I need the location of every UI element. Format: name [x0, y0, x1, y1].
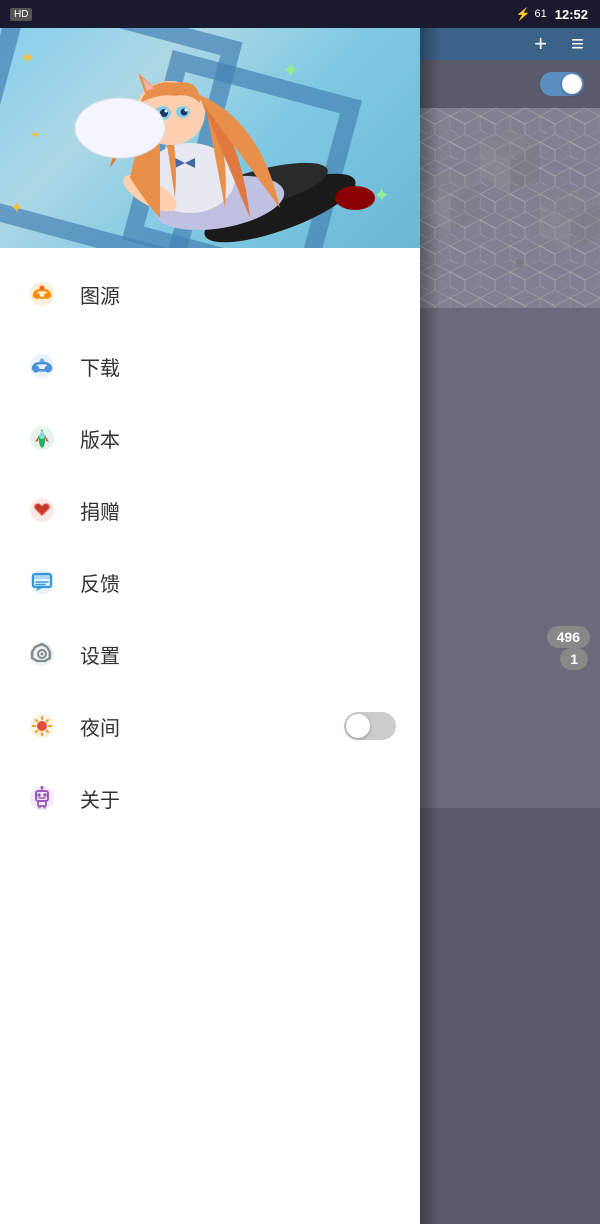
juanzeng-label: 捐赠 — [80, 496, 396, 525]
time-display: 12:52 — [555, 7, 588, 22]
tuyuan-label: 图源 — [80, 280, 396, 309]
geo-pattern-area — [420, 108, 600, 308]
yejian-label: 夜间 — [80, 712, 344, 741]
status-bar: HD ⚡ 61 12:52 — [0, 0, 600, 28]
tuyuan-icon — [24, 276, 60, 312]
right-content-area: 1 496 — [420, 308, 600, 808]
yejian-toggle[interactable] — [344, 712, 396, 740]
banben-label: 版本 — [80, 424, 396, 453]
guanyu-label: 关于 — [80, 784, 396, 813]
banben-icon — [24, 420, 60, 456]
right-toggle-area — [420, 60, 600, 108]
fankui-label: 反馈 — [80, 568, 396, 597]
shezhi-icon — [24, 636, 60, 672]
yejian-icon — [24, 708, 60, 744]
xiazai-label: 下载 — [80, 352, 396, 381]
menu-item-banben[interactable]: 版本 — [0, 402, 420, 474]
menu-item-xiazai[interactable]: 下载 — [0, 330, 420, 402]
status-bar-left: HD — [10, 8, 32, 20]
add-button[interactable]: + — [534, 31, 547, 57]
xiazai-icon — [24, 348, 60, 384]
juanzeng-icon — [24, 492, 60, 528]
menu-item-fankui[interactable]: 反馈 — [0, 546, 420, 618]
drawer-panel: ✦ ✦ ✦ ✦ ✦ — [0, 0, 420, 1224]
fankui-icon — [24, 564, 60, 600]
badge-count-2: 496 — [547, 626, 590, 648]
menu-item-guanyu[interactable]: 关于 — [0, 762, 420, 834]
battery-level: 61 — [535, 8, 547, 20]
menu-item-tuyuan[interactable]: 图源 — [0, 258, 420, 330]
menu-item-yejian[interactable]: 夜间 — [0, 690, 420, 762]
right-panel: + ≡ — [420, 0, 600, 1224]
menu-list: 图源 下载 — [0, 248, 420, 844]
hero-image: ✦ ✦ ✦ ✦ ✦ — [0, 28, 420, 248]
status-icons: ⚡ 61 12:52 — [516, 7, 588, 22]
menu-item-juanzeng[interactable]: 捐赠 — [0, 474, 420, 546]
menu-button[interactable]: ≡ — [571, 31, 584, 57]
hd-badge-label: HD — [10, 8, 32, 21]
menu-item-shezhi[interactable]: 设置 — [0, 618, 420, 690]
badge-count-1: 1 — [560, 648, 588, 670]
right-toggle[interactable] — [540, 72, 584, 96]
battery-icon: ⚡ — [516, 7, 531, 21]
guanyu-icon — [24, 780, 60, 816]
anime-character — [20, 38, 420, 248]
shezhi-label: 设置 — [80, 640, 396, 669]
